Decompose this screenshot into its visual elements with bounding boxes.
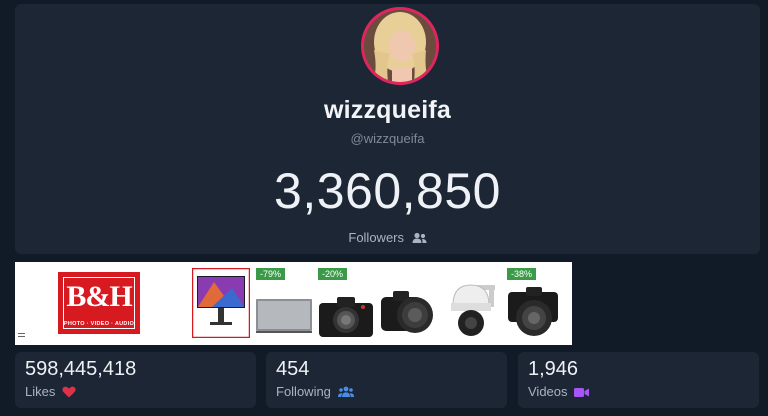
following-count: 454 xyxy=(276,358,310,380)
user-handle: @wizzqueifa xyxy=(350,131,425,146)
followers-label: Followers xyxy=(15,230,760,245)
product-bridge-camera-image[interactable] xyxy=(379,278,439,345)
avatar-image xyxy=(364,10,436,82)
users-icon xyxy=(337,386,354,397)
username: wizzqueifa xyxy=(323,96,451,124)
brand-logo[interactable]: B&H PHOTO · VIDEO · AUDIO xyxy=(58,272,140,334)
brand-logo-text: B&H xyxy=(66,280,132,313)
video-camera-icon xyxy=(574,388,590,397)
followers-count: 3,360,850 xyxy=(274,163,501,219)
heart-icon xyxy=(62,386,76,398)
product-monitor-image[interactable] xyxy=(192,268,250,338)
likes-label: Likes xyxy=(25,384,76,399)
product-mirrorless-camera-image[interactable] xyxy=(504,278,564,345)
avatar[interactable] xyxy=(361,7,439,85)
advertisement-banner[interactable]: B&H PHOTO · VIDEO · AUDIO -79% -20% -38% xyxy=(15,262,572,345)
followers-icon xyxy=(412,232,427,243)
stat-videos: 1,946 Videos xyxy=(518,352,759,408)
brand-logo-subtext: PHOTO · VIDEO · AUDIO xyxy=(63,321,135,327)
following-label-text: Following xyxy=(276,384,331,399)
following-label: Following xyxy=(276,384,354,399)
followers-label-text: Followers xyxy=(348,230,404,245)
ad-menu-icon[interactable] xyxy=(18,333,25,339)
videos-label: Videos xyxy=(528,384,590,399)
likes-label-text: Likes xyxy=(25,384,56,399)
stat-likes: 598,445,418 Likes xyxy=(15,352,256,408)
discount-badge: -20% xyxy=(318,268,348,280)
profile-card: wizzqueifa @wizzqueifa 3,360,850 Followe… xyxy=(15,4,760,254)
likes-count: 598,445,418 xyxy=(25,358,137,380)
discount-badge: -79% xyxy=(256,268,286,280)
product-ptz-camera-image[interactable] xyxy=(443,274,499,344)
videos-count: 1,946 xyxy=(528,358,579,380)
stat-following: 454 Following xyxy=(266,352,507,408)
product-camera-body-image[interactable] xyxy=(317,282,375,345)
videos-label-text: Videos xyxy=(528,384,568,399)
product-display-image[interactable] xyxy=(254,282,314,345)
